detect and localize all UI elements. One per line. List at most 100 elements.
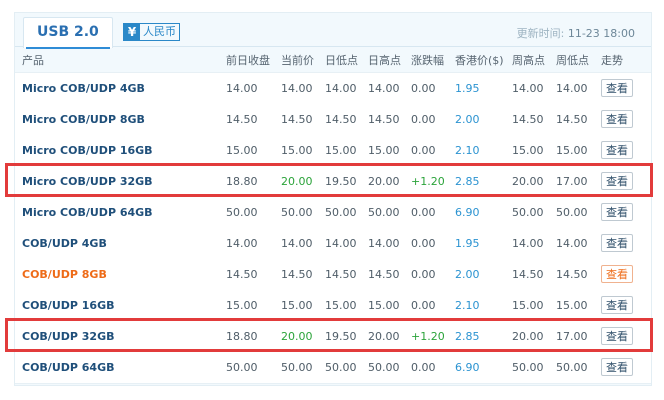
week-low: 14.00 [556,237,588,250]
view-trend-button[interactable]: 查看 [601,172,633,190]
day-high: 14.00 [368,82,400,95]
view-trend-button[interactable]: 查看 [601,203,633,221]
product-name[interactable]: Micro COB/UDP 16GB [22,135,153,166]
current-price: 14.50 [281,268,313,281]
day-low: 50.00 [325,206,357,219]
week-high: 14.00 [512,237,544,250]
current-price: 14.00 [281,82,313,95]
col-header-hk-price: 香港价($) [455,53,504,67]
product-name[interactable]: COB/UDP 64GB [22,352,115,383]
tab-usb-2-0[interactable]: USB 2.0 [23,17,113,49]
update-time: 更新时间: 11-23 18:00 [517,25,635,41]
col-header-day-high: 日高点 [368,53,401,67]
change: 0.00 [411,361,436,374]
week-low: 14.50 [556,113,588,126]
view-trend-button[interactable]: 查看 [601,296,633,314]
week-low: 15.00 [556,299,588,312]
week-high: 15.00 [512,299,544,312]
prev-close: 14.00 [226,82,258,95]
view-trend-button[interactable]: 查看 [601,327,633,345]
change: 0.00 [411,299,436,312]
col-header-prev-close: 前日收盘 [226,53,270,67]
current-price: 20.00 [281,330,313,343]
hk-price: 2.00 [455,268,480,281]
current-price: 50.00 [281,206,313,219]
hk-price: 2.85 [455,175,480,188]
table-row: COB/UDP 16GB 15.00 15.00 15.00 15.00 0.0… [15,290,651,322]
week-high: 20.00 [512,330,544,343]
view-trend-button[interactable]: 查看 [601,141,633,159]
hk-price: 1.95 [455,237,480,250]
hk-price: 2.85 [455,330,480,343]
table-row: Micro COB/UDP 8GB 14.50 14.50 14.50 14.5… [15,104,651,136]
product-name[interactable]: Micro COB/UDP 4GB [22,73,145,104]
view-trend-button[interactable]: 查看 [601,265,633,283]
change: 0.00 [411,237,436,250]
product-name[interactable]: Micro COB/UDP 8GB [22,104,145,135]
view-trend-button[interactable]: 查看 [601,110,633,128]
week-low: 50.00 [556,361,588,374]
day-high: 15.00 [368,299,400,312]
change: +1.20 [411,175,445,188]
prev-close: 15.00 [226,299,258,312]
prev-close: 50.00 [226,361,258,374]
week-high: 14.00 [512,82,544,95]
col-header-week-low: 周低点 [556,53,589,67]
week-low: 14.00 [556,82,588,95]
update-timestamp: 11-23 18:00 [567,27,635,40]
hk-price: 1.95 [455,82,480,95]
view-trend-button[interactable]: 查看 [601,234,633,252]
week-low: 17.00 [556,175,588,188]
week-low: 15.00 [556,144,588,157]
prev-close: 18.80 [226,175,258,188]
change: 0.00 [411,206,436,219]
day-low: 14.00 [325,237,357,250]
col-header-change: 涨跌幅 [411,53,444,67]
col-header-day-low: 日低点 [325,53,358,67]
table-row: COB/UDP 32GB 18.80 20.00 19.50 20.00 +1.… [15,321,651,353]
view-trend-button[interactable]: 查看 [601,358,633,376]
day-low: 19.50 [325,330,357,343]
day-high: 50.00 [368,361,400,374]
prev-close: 14.00 [226,237,258,250]
table-row: COB/UDP 8GB 14.50 14.50 14.50 14.50 0.00… [15,259,651,291]
yuan-icon: ¥ [124,24,140,40]
day-high: 14.00 [368,237,400,250]
day-high: 20.00 [368,175,400,188]
change: 0.00 [411,113,436,126]
prev-close: 14.50 [226,268,258,281]
table-row: Micro COB/UDP 32GB 18.80 20.00 19.50 20.… [15,166,651,198]
prev-close: 18.80 [226,330,258,343]
week-high: 15.00 [512,144,544,157]
current-price: 50.00 [281,361,313,374]
day-low: 15.00 [325,299,357,312]
hk-price: 2.10 [455,144,480,157]
product-name[interactable]: Micro COB/UDP 64GB [22,197,153,228]
product-name[interactable]: COB/UDP 16GB [22,290,115,321]
hk-price: 6.90 [455,361,480,374]
product-name[interactable]: COB/UDP 32GB [22,321,115,352]
product-name[interactable]: Micro COB/UDP 32GB [22,166,153,197]
change: 0.00 [411,144,436,157]
current-price: 20.00 [281,175,313,188]
week-low: 14.50 [556,268,588,281]
view-trend-button[interactable]: 查看 [601,79,633,97]
day-low: 50.00 [325,361,357,374]
day-high: 50.00 [368,206,400,219]
week-high: 50.00 [512,206,544,219]
hk-price: 2.10 [455,299,480,312]
product-name[interactable]: COB/UDP 4GB [22,228,107,259]
table-row: COB/UDP 64GB 50.00 50.00 50.00 50.00 0.0… [15,352,651,384]
currency-label: 人民币 [143,25,176,38]
current-price: 15.00 [281,144,313,157]
currency-toggle[interactable]: ¥ 人民币 [123,23,180,41]
day-low: 14.50 [325,113,357,126]
week-low: 50.00 [556,206,588,219]
hk-price: 2.00 [455,113,480,126]
table-row: COB/UDP 4GB 14.00 14.00 14.00 14.00 0.00… [15,228,651,260]
prev-close: 50.00 [226,206,258,219]
product-name[interactable]: COB/UDP 8GB [22,259,107,290]
update-label: 更新时间: [516,27,565,40]
week-high: 14.50 [512,268,544,281]
day-high: 20.00 [368,330,400,343]
